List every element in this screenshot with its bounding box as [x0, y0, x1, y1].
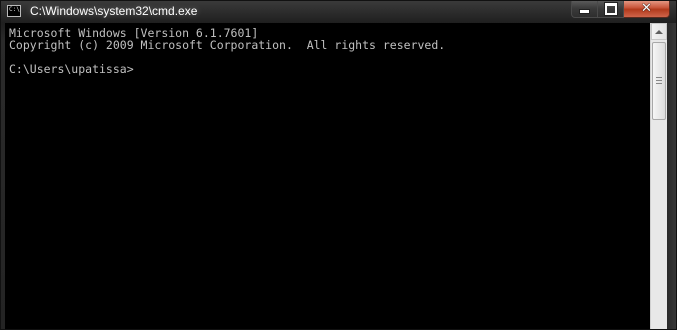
cmd-window: C:\ C:\Windows\system32\cmd.exe ✕ Micros… [0, 0, 677, 330]
window-controls: ✕ [571, 1, 670, 18]
close-button[interactable]: ✕ [624, 1, 670, 18]
arrow-up-icon [655, 29, 663, 34]
title-bar[interactable]: C:\ C:\Windows\system32\cmd.exe ✕ [1, 1, 676, 23]
vertical-scrollbar[interactable] [650, 23, 667, 329]
scroll-up-button[interactable] [651, 23, 667, 40]
console-line-copyright: Copyright (c) 2009 Microsoft Corporation… [9, 38, 446, 52]
window-title: C:\Windows\system32\cmd.exe [30, 4, 198, 18]
cmd-app-icon[interactable]: C:\ [7, 5, 21, 17]
console-prompt[interactable]: C:\Users\upatissa> [9, 63, 134, 75]
maximize-icon [604, 2, 617, 15]
app-icon-glyph: C:\ [9, 6, 20, 13]
maximize-button[interactable] [598, 1, 624, 18]
window-frame-right [667, 23, 676, 329]
close-icon: ✕ [641, 1, 652, 16]
scrollbar-thumb[interactable] [652, 42, 666, 120]
grip-line [656, 77, 662, 78]
grip-line [656, 80, 662, 81]
minimize-button[interactable] [571, 1, 598, 18]
grip-line [656, 83, 662, 84]
minimize-icon [579, 9, 590, 14]
console-output[interactable]: Microsoft Windows [Version 6.1.7601] Cop… [5, 23, 650, 329]
